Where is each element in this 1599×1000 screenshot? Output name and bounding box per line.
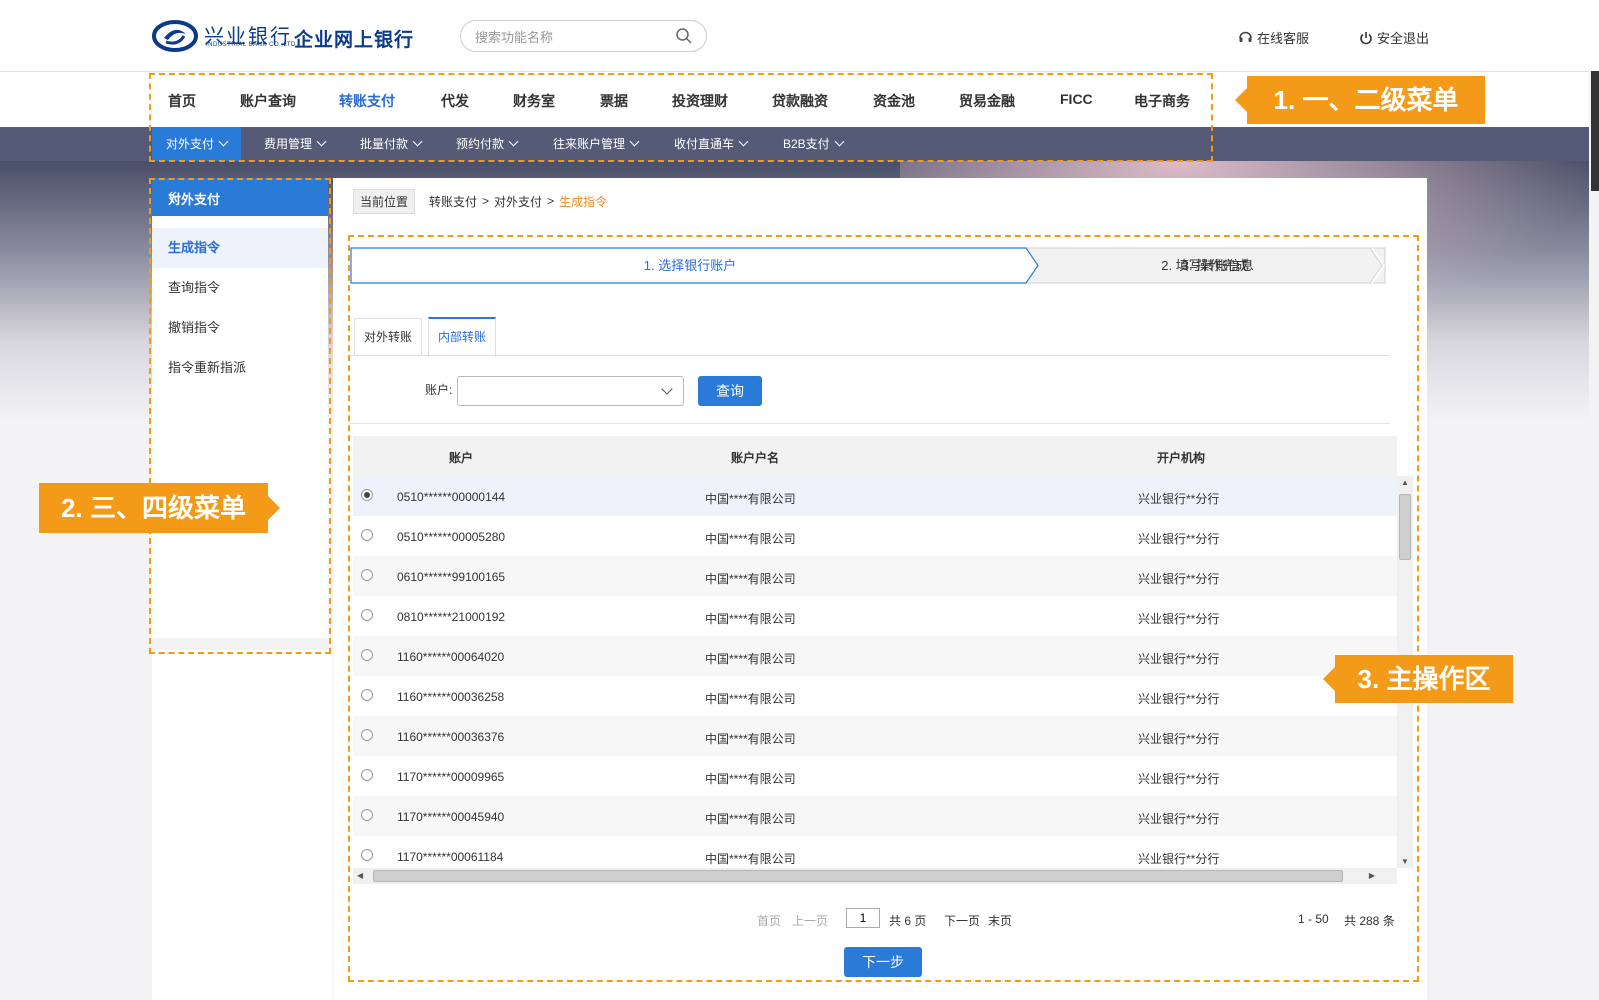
breadcrumb: 当前位置 转账支付 > 对外支付 > 生成指令 (353, 188, 607, 214)
annotation-label-3: 3. 主操作区 (1323, 655, 1513, 703)
bank-emblem-icon (152, 20, 198, 52)
annotation-box-main-area (348, 235, 1419, 982)
function-search[interactable] (460, 20, 707, 52)
online-service-label: 在线客服 (1257, 31, 1310, 46)
side-panel-bottom (152, 650, 332, 1000)
logout-label: 安全退出 (1377, 31, 1430, 46)
annotation-label-2: 2. 三、四级菜单 (39, 483, 280, 533)
search-input[interactable] (473, 26, 667, 48)
top-header: 兴业银行 INDUSTRIAL BANK CO.,LTD 企业网上银行 在线客服… (0, 0, 1599, 72)
annotation-box-menu-level1-2 (149, 73, 1213, 162)
window-edge (1589, 71, 1599, 1000)
annotation-box-menu-level3-4 (149, 178, 331, 654)
breadcrumb-separator: > (482, 194, 490, 208)
breadcrumb-separator: > (547, 194, 555, 208)
annotation-label-1: 1. 一、二级菜单 (1235, 76, 1485, 124)
bank-name-en: INDUSTRIAL BANK CO.,LTD (206, 42, 296, 48)
online-service-link[interactable]: 在线客服 (1238, 28, 1309, 47)
headset-icon (1239, 31, 1252, 42)
logout-link[interactable]: 安全退出 (1359, 28, 1429, 47)
bank-logo[interactable]: 兴业银行 INDUSTRIAL BANK CO.,LTD 企业网上银行 (152, 18, 422, 54)
search-icon[interactable] (676, 28, 692, 44)
breadcrumb-current: 生成指令 (559, 194, 608, 209)
breadcrumb-item-external-payment[interactable]: 对外支付 (494, 193, 542, 210)
window-scrollbar[interactable] (1591, 71, 1599, 191)
breadcrumb-label: 当前位置 (353, 188, 416, 214)
app-title: 企业网上银行 (294, 30, 415, 51)
power-icon (1360, 31, 1372, 44)
breadcrumb-item-transfer[interactable]: 转账支付 (429, 193, 477, 210)
